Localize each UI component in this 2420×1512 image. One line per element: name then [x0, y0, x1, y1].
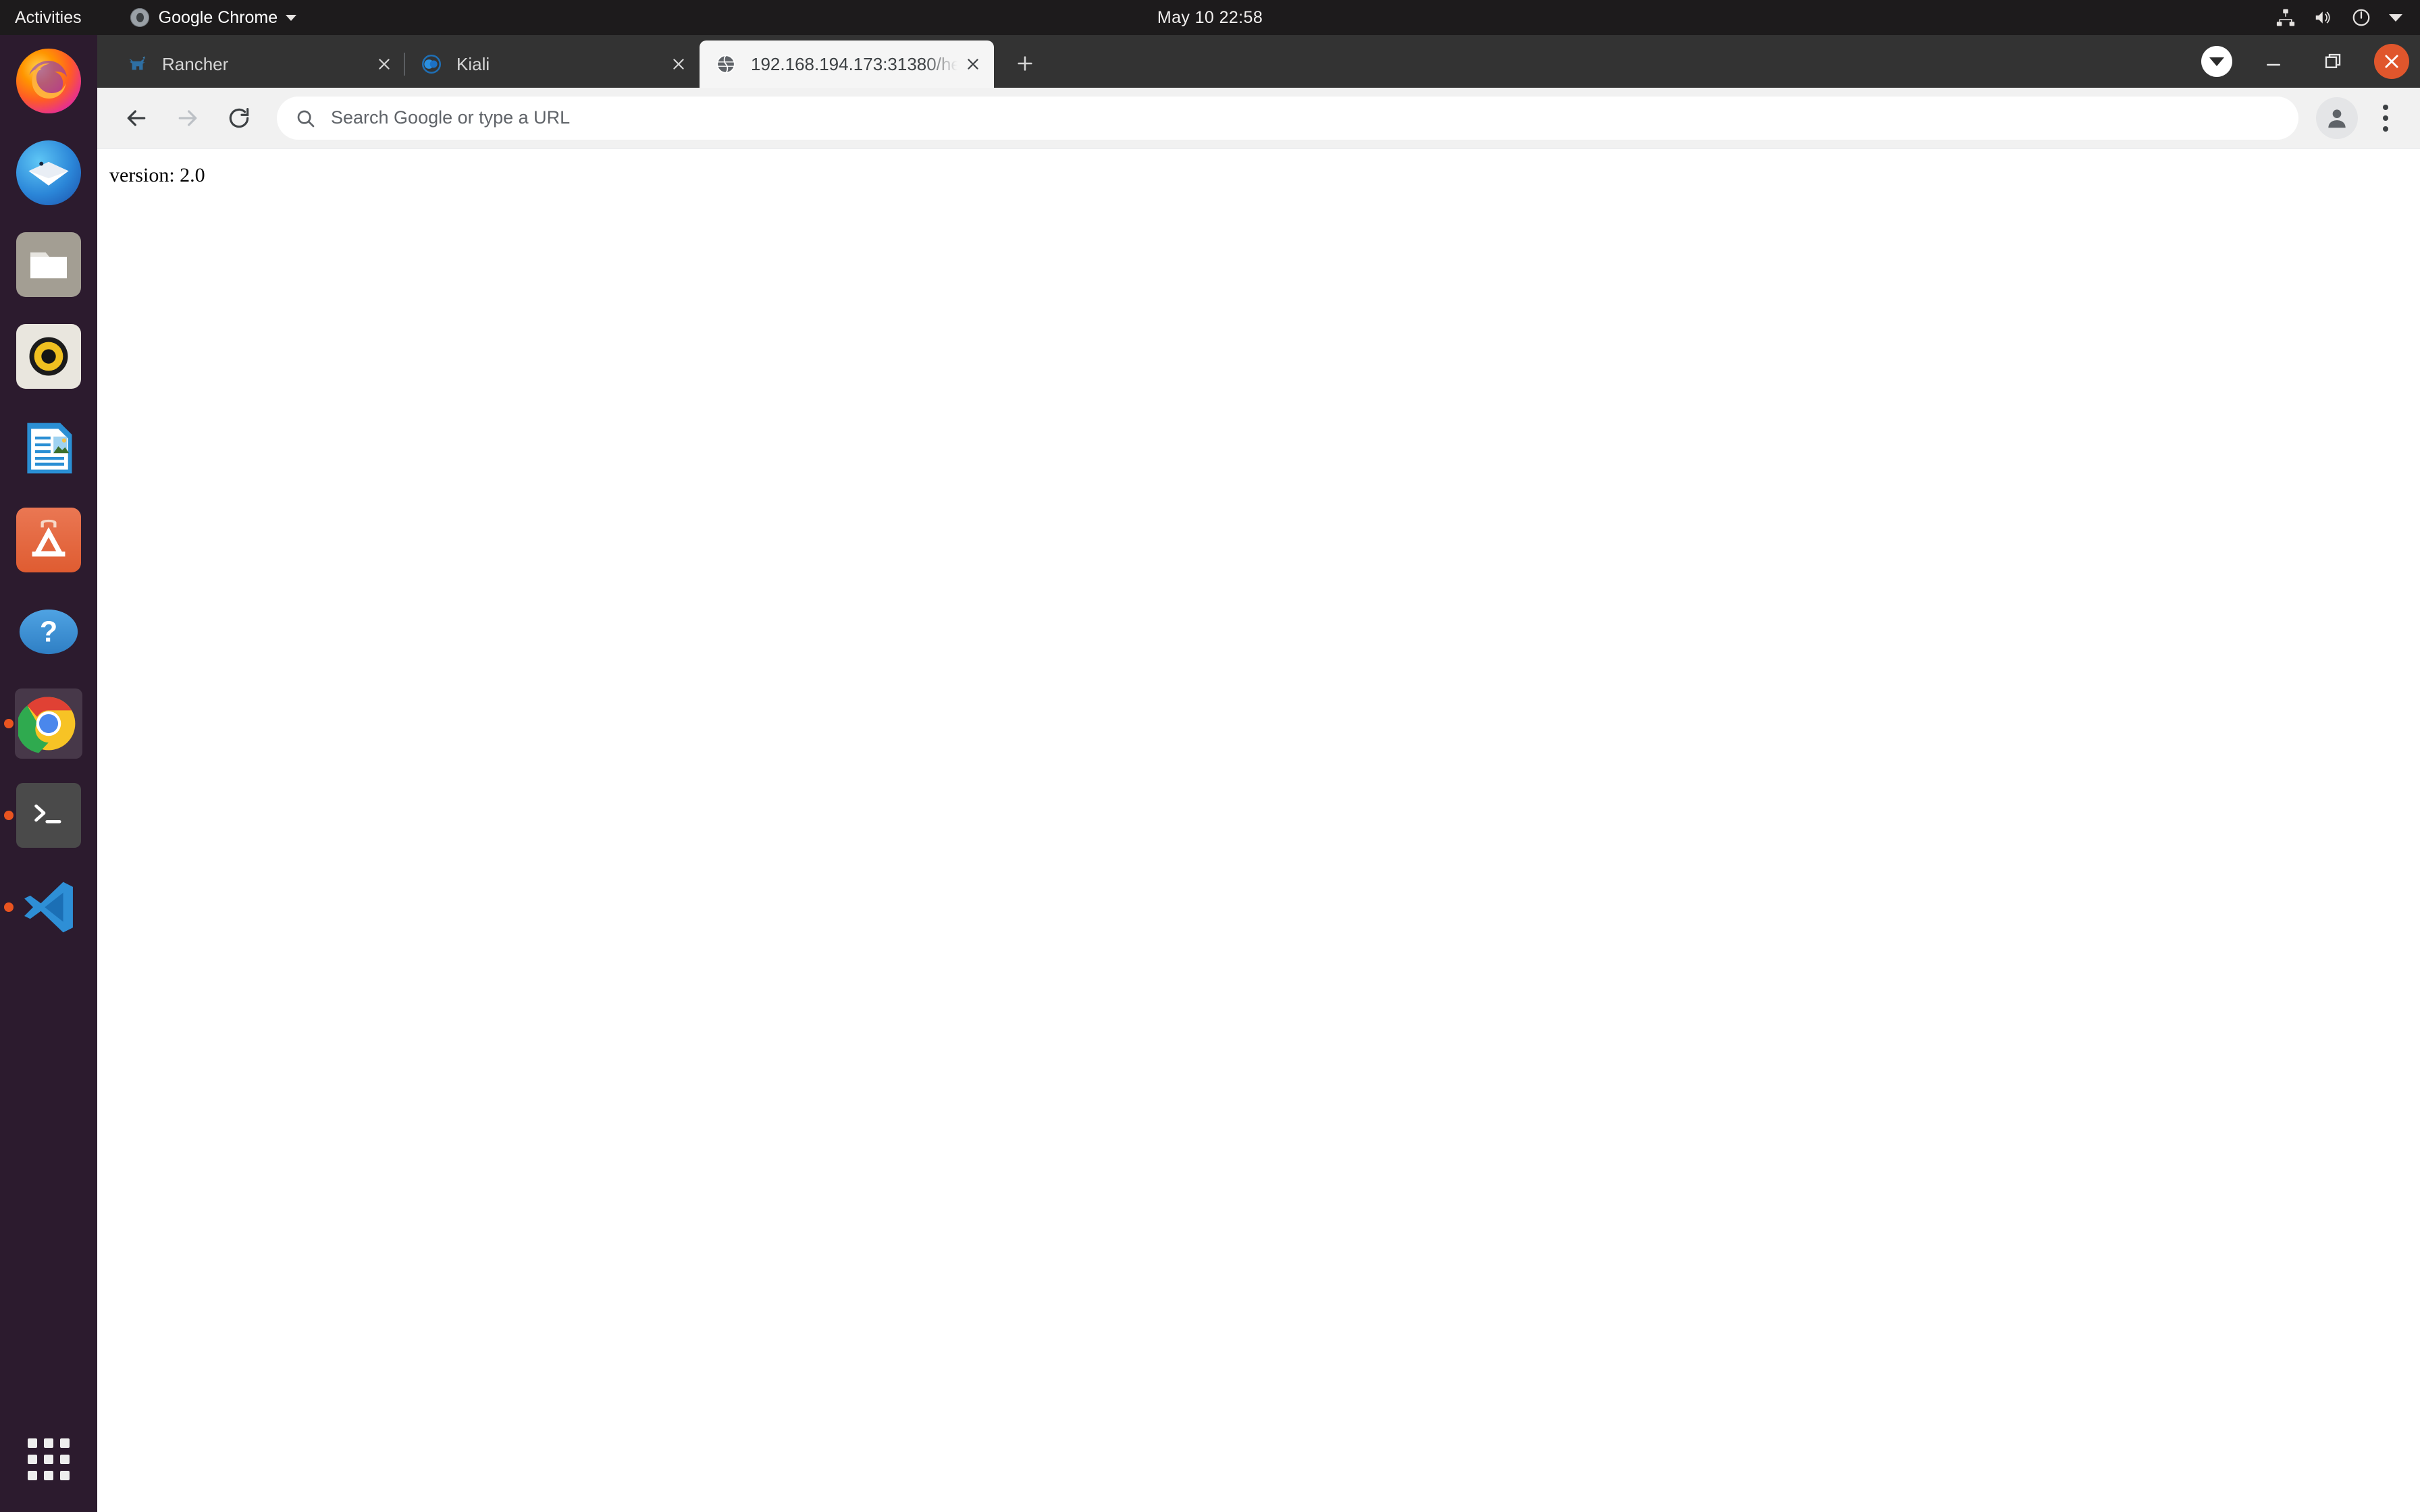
- profile-avatar[interactable]: [2316, 97, 2358, 139]
- vscode-icon: [16, 875, 81, 940]
- reload-button[interactable]: [213, 92, 265, 144]
- rancher-icon: [129, 56, 145, 70]
- volume-icon[interactable]: [2313, 7, 2334, 28]
- show-applications-button[interactable]: [0, 1419, 97, 1500]
- chevron-down-icon: [286, 14, 297, 21]
- three-dot-menu-icon[interactable]: [2365, 97, 2406, 139]
- ubuntu-dock: ?: [0, 35, 97, 1512]
- close-button[interactable]: [2374, 44, 2409, 79]
- files-icon: [16, 232, 81, 297]
- dock-item-firefox[interactable]: [0, 35, 97, 127]
- kiali-icon: [421, 54, 442, 74]
- dock-item-libreoffice-writer[interactable]: [0, 402, 97, 494]
- chrome-icon: [16, 691, 81, 756]
- system-tray: [2276, 7, 2402, 28]
- tab-title: Kiali: [456, 53, 490, 74]
- tab-rancher[interactable]: Rancher: [111, 40, 405, 88]
- dock-item-files[interactable]: [0, 219, 97, 310]
- terminal-icon: [16, 783, 81, 848]
- dock-item-help[interactable]: ?: [0, 586, 97, 678]
- chevron-down-icon[interactable]: [2389, 14, 2402, 22]
- new-tab-button[interactable]: [1003, 42, 1047, 85]
- firefox-icon: [16, 49, 81, 113]
- address-bar[interactable]: Search Google or type a URL: [277, 96, 2298, 140]
- dock-item-rhythmbox[interactable]: [0, 310, 97, 402]
- page-viewport: version: 2.0: [97, 149, 2420, 1512]
- app-menu-button[interactable]: Google Chrome: [130, 7, 297, 28]
- tab-title: 192.168.194.173:31380/he: [751, 53, 957, 74]
- dock-item-thunderbird[interactable]: [0, 127, 97, 219]
- page-content-text: version: 2.0: [109, 164, 205, 186]
- account-avatar-icon: [2328, 109, 2346, 128]
- tab-kiali[interactable]: Kiali: [404, 40, 700, 88]
- browser-toolbar: Search Google or type a URL: [97, 88, 2420, 148]
- tab-strip: Rancher Kiali 192.168.194.173:31380/he: [97, 35, 2420, 88]
- dock-item-google-chrome[interactable]: [0, 678, 97, 770]
- grid-icon: [28, 1438, 70, 1480]
- tab-close-button[interactable]: [957, 49, 989, 80]
- window-controls: [2201, 40, 2409, 82]
- tab-active-url[interactable]: 192.168.194.173:31380/he: [700, 40, 994, 88]
- clock[interactable]: May 10 22:58: [0, 8, 2420, 28]
- libreoffice-writer-icon: [16, 416, 81, 481]
- maximize-button[interactable]: [2315, 43, 2351, 80]
- minimize-button[interactable]: [2255, 43, 2292, 80]
- dock-item-vscode[interactable]: [0, 861, 97, 953]
- activities-button[interactable]: Activities: [15, 8, 82, 28]
- tab-title: Rancher: [162, 53, 229, 74]
- back-button[interactable]: [111, 92, 162, 144]
- plus-icon: [1018, 56, 1032, 71]
- address-bar-placeholder: Search Google or type a URL: [331, 107, 571, 128]
- dock-item-terminal[interactable]: [0, 770, 97, 861]
- download-icon[interactable]: [2201, 46, 2232, 77]
- chrome-window: Rancher Kiali 192.168.194.173:31380/he S…: [97, 35, 2420, 1512]
- globe-icon: [716, 55, 735, 74]
- svg-text:?: ?: [40, 616, 57, 648]
- network-wired-icon[interactable]: [2276, 7, 2296, 28]
- gnome-top-bar: Activities Google Chrome May 10 22:58: [0, 0, 2420, 35]
- power-icon[interactable]: [2351, 7, 2371, 28]
- chrome-icon: [130, 8, 149, 27]
- dock-item-ubuntu-software[interactable]: [0, 494, 97, 586]
- thunderbird-icon: [16, 140, 81, 205]
- help-icon: ?: [16, 599, 81, 664]
- app-menu-label: Google Chrome: [158, 7, 278, 27]
- forward-button: [162, 92, 213, 144]
- search-icon: [297, 110, 315, 127]
- tab-close-button[interactable]: [663, 49, 694, 80]
- rhythmbox-icon: [16, 324, 81, 389]
- tab-close-button[interactable]: [369, 49, 400, 80]
- ubuntu-software-icon: [16, 508, 81, 572]
